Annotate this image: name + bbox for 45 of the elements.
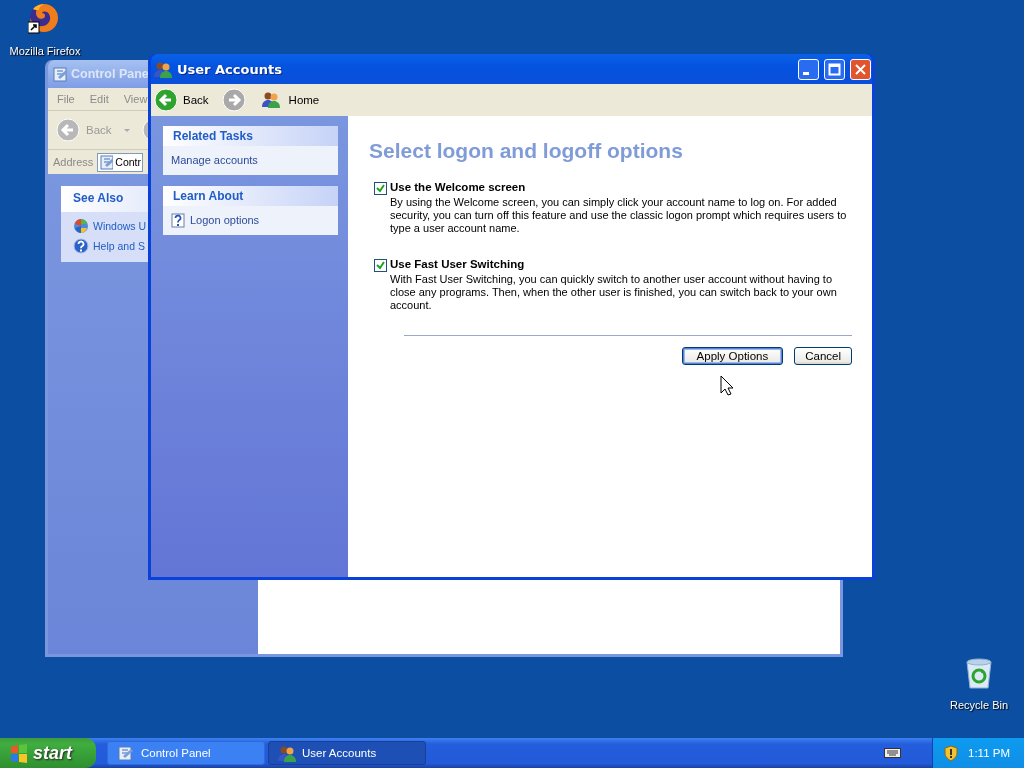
option-label[interactable]: Use Fast User Switching <box>390 258 852 270</box>
maximize-icon <box>828 62 841 76</box>
page-heading: Select logon and logoff options <box>369 139 684 163</box>
panel-header: Related Tasks <box>163 126 338 146</box>
panel-header: Learn About <box>163 186 338 206</box>
back-button[interactable]: Back <box>183 94 209 106</box>
users-icon <box>154 60 172 78</box>
option-description: With Fast User Switching, you can quickly switch to another user account without having to close any programs. Then, when the other user is finished, you can switch back to your own account. <box>390 273 838 312</box>
globe-icon <box>73 218 89 234</box>
address-field[interactable]: Contr <box>97 152 144 172</box>
see-also-link[interactable]: Help and S <box>93 240 145 252</box>
taskbar-button[interactable]: Control Panel <box>107 741 265 765</box>
sidebar-link[interactable]: Logon options <box>190 214 260 226</box>
control-panel-icon <box>99 154 114 170</box>
shield-icon <box>943 744 959 762</box>
apply-button[interactable]: Apply Options <box>681 347 784 365</box>
maximize-button[interactable] <box>824 58 845 80</box>
window-title: User Accounts <box>177 61 283 77</box>
checkbox[interactable] <box>374 259 387 272</box>
window-title: Control Pane <box>71 67 149 81</box>
minimize-button[interactable] <box>798 58 819 80</box>
option-description: By using the Welcome screen, you can simply click your account name to log on. For added security, you can turn off this feature and use the classic logon prompt which requires users to type a user account name. <box>390 196 848 235</box>
cancel-button[interactable]: Cancel <box>794 347 852 365</box>
close-icon <box>854 62 867 76</box>
checkbox[interactable] <box>374 182 387 195</box>
close-button[interactable] <box>850 58 871 80</box>
address-label: Address <box>53 156 94 168</box>
help-icon <box>171 212 185 228</box>
control-panel-icon <box>117 744 135 762</box>
caret-icon <box>123 128 130 132</box>
sidebar-link[interactable]: Manage accounts <box>171 154 258 166</box>
users-icon <box>278 744 296 762</box>
minimize-icon <box>803 71 809 75</box>
desktop-icon-label[interactable]: Mozilla Firefox <box>9 45 81 57</box>
see-also-link[interactable]: Windows U <box>93 220 147 232</box>
keyboard-icon <box>884 746 901 760</box>
option-label[interactable]: Use the Welcome screen <box>390 181 852 193</box>
clock: 1:11 PM <box>968 747 1010 759</box>
cursor-icon <box>720 375 733 396</box>
taskbar-button[interactable]: User Accounts <box>268 741 426 765</box>
home-button[interactable]: Home <box>288 94 320 106</box>
help-icon <box>73 238 89 254</box>
control-panel-icon <box>52 66 68 82</box>
desktop-icon-label[interactable]: Recycle Bin <box>949 699 1009 711</box>
windows-flag-icon <box>10 743 28 763</box>
